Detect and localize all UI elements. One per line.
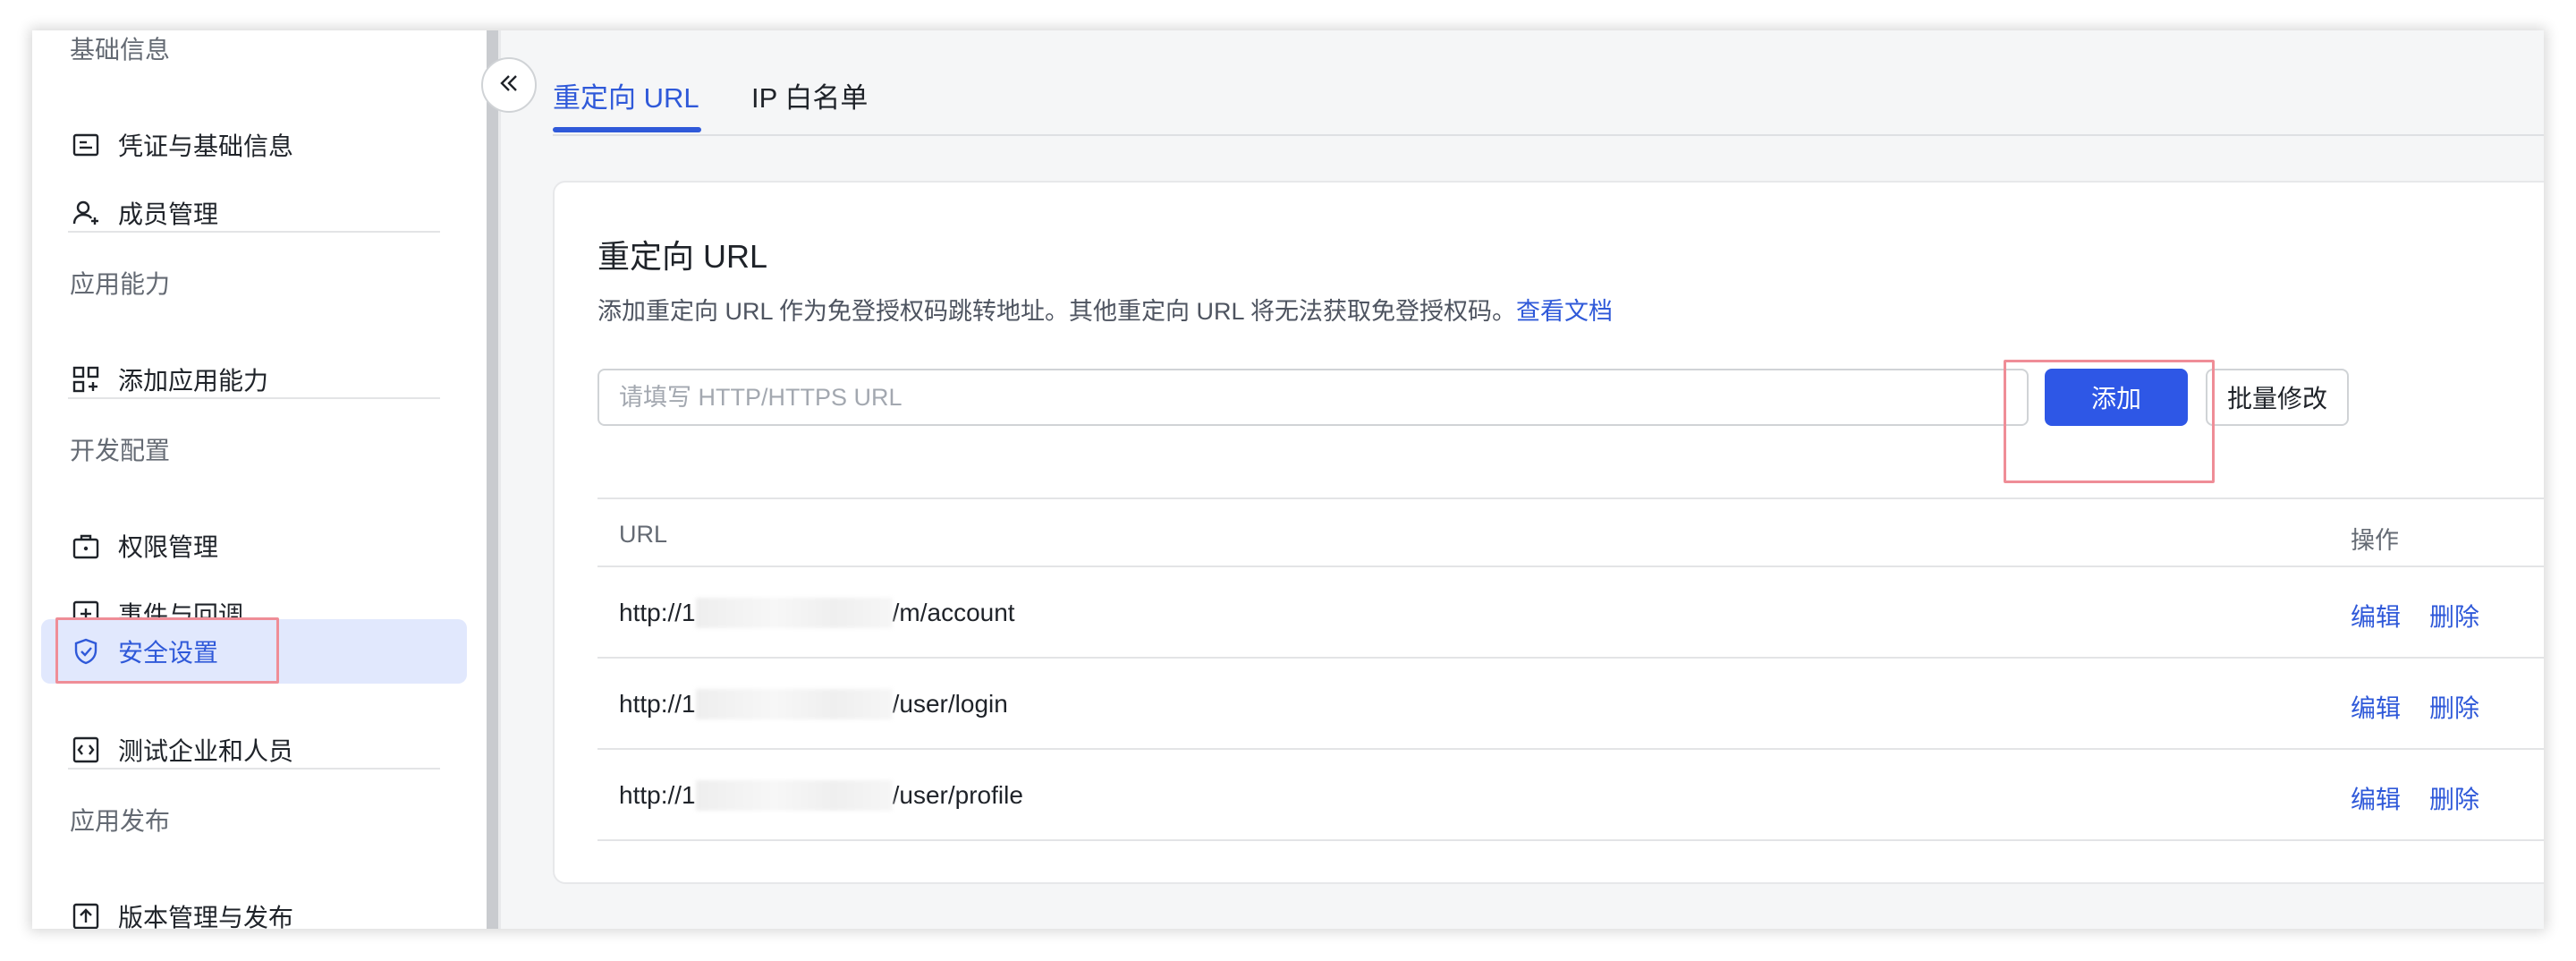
- sidebar-item-label: 添加应用能力: [118, 367, 269, 395]
- edit-link[interactable]: 编辑: [2351, 689, 2401, 725]
- sidebar-item-label: 凭证与基础信息: [118, 132, 294, 160]
- batch-edit-button[interactable]: 批量修改: [2206, 369, 2349, 426]
- delete-link[interactable]: 删除: [2429, 598, 2479, 634]
- table-header: URL 操作: [597, 498, 2544, 567]
- sidebar-item-release[interactable]: 版本管理与发布: [41, 884, 467, 929]
- view-docs-link[interactable]: 查看文档: [1516, 298, 1613, 325]
- redacted-block: [695, 780, 893, 811]
- edit-link[interactable]: 编辑: [2351, 598, 2401, 634]
- sidebar-item-security[interactable]: 安全设置: [41, 619, 467, 684]
- shield-check-icon: [70, 635, 102, 668]
- redacted-block: [695, 598, 893, 628]
- sidebar-item-label: 测试企业和人员: [118, 737, 294, 765]
- sidebar-item-add-capability[interactable]: 添加应用能力: [41, 347, 467, 412]
- url-prefix: http://1: [619, 599, 696, 626]
- code-test-icon: [70, 734, 102, 766]
- sidebar-border: [498, 30, 501, 929]
- permission-icon: [70, 530, 102, 562]
- delete-link[interactable]: 删除: [2429, 689, 2479, 725]
- tab-redirect-url[interactable]: 重定向 URL: [553, 75, 699, 115]
- double-chevron-left-icon: [496, 71, 521, 100]
- sidebar-item-test-org[interactable]: 测试企业和人员: [41, 718, 467, 782]
- description-text: 添加重定向 URL 作为免登授权码跳转地址。其他重定向 URL 将无法获取免登授…: [597, 298, 1517, 325]
- url-suffix: /m/account: [892, 599, 1015, 626]
- sidebar-item-label: 安全设置: [118, 639, 219, 667]
- url-cell: http://1/user/profile: [619, 780, 1023, 811]
- collapse-sidebar-button[interactable]: [481, 57, 537, 113]
- tab-active-indicator: [553, 127, 701, 132]
- tab-ip-whitelist[interactable]: IP 白名单: [751, 75, 868, 115]
- url-prefix: http://1: [619, 781, 696, 809]
- url-suffix: /user/login: [892, 690, 1008, 718]
- member-add-icon: [70, 197, 102, 229]
- app-window: 基础信息 凭证与基础信息 成员管理 应用能力 添加应用能力 开发配置 权限管理 …: [32, 30, 2544, 929]
- tab-bar: 重定向 URL IP 白名单: [553, 30, 2544, 136]
- card-description: 添加重定向 URL 作为免登授权码跳转地址。其他重定向 URL 将无法获取免登授…: [597, 292, 1613, 327]
- url-suffix: /user/profile: [892, 781, 1023, 809]
- header-actions: 操作: [2351, 527, 2399, 554]
- edit-link[interactable]: 编辑: [2351, 780, 2401, 816]
- group-title-release: 应用发布: [70, 807, 171, 835]
- url-table: URL 操作 http://1/m/account 编辑 删除 http://1…: [597, 498, 2544, 841]
- apps-add-icon: [70, 363, 102, 395]
- sidebar-item-permissions[interactable]: 权限管理: [41, 514, 467, 578]
- header-url: URL: [619, 521, 668, 548]
- sidebar-item-credentials[interactable]: 凭证与基础信息: [41, 113, 467, 177]
- sidebar-divider: [68, 397, 440, 399]
- sidebar-divider: [68, 231, 440, 233]
- redirect-url-input[interactable]: [597, 369, 2029, 426]
- group-title-dev-config: 开发配置: [70, 437, 171, 464]
- delete-link[interactable]: 删除: [2429, 780, 2479, 816]
- credential-icon: [70, 129, 102, 161]
- sidebar-divider: [68, 768, 440, 770]
- card-title: 重定向 URL: [597, 238, 768, 275]
- upload-icon: [70, 900, 102, 929]
- sidebar-item-label: 成员管理: [118, 200, 219, 228]
- sidebar-item-label: 权限管理: [118, 533, 219, 561]
- group-title-basic: 基础信息: [70, 36, 171, 64]
- add-button[interactable]: 添加: [2045, 369, 2188, 426]
- table-row: http://1/user/profile 编辑 删除: [597, 750, 2544, 841]
- table-row: http://1/m/account 编辑 删除: [597, 567, 2544, 659]
- sidebar-item-members[interactable]: 成员管理: [41, 181, 467, 245]
- url-cell: http://1/m/account: [619, 598, 1015, 628]
- redirect-url-card: 重定向 URL 添加重定向 URL 作为免登授权码跳转地址。其他重定向 URL …: [553, 181, 2544, 884]
- sidebar-scrollbar[interactable]: [487, 30, 498, 929]
- redacted-block: [695, 689, 893, 719]
- sidebar: 基础信息 凭证与基础信息 成员管理 应用能力 添加应用能力 开发配置 权限管理 …: [32, 30, 487, 929]
- url-cell: http://1/user/login: [619, 689, 1008, 719]
- sidebar-item-label: 版本管理与发布: [118, 904, 294, 929]
- group-title-capabilities: 应用能力: [70, 270, 171, 298]
- table-row: http://1/user/login 编辑 删除: [597, 659, 2544, 750]
- url-prefix: http://1: [619, 690, 696, 718]
